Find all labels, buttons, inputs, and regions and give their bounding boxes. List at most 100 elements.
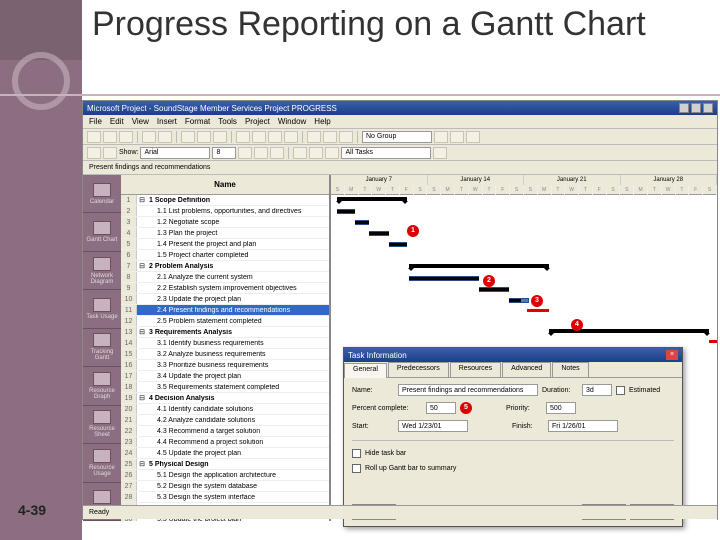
percent-complete-field[interactable]: 50 [426,402,456,414]
window-titlebar[interactable]: Microsoft Project - SoundStage Member Se… [83,101,717,115]
link-button[interactable] [252,131,266,143]
view-resource-sheet[interactable]: Resource Sheet [83,406,121,444]
group-select[interactable]: No Group [362,131,432,143]
table-row[interactable]: 275.2 Design the system database [121,481,329,492]
menu-view[interactable]: View [132,117,149,126]
menu-insert[interactable]: Insert [157,117,177,126]
table-row[interactable]: 244.5 Update the project plan [121,448,329,459]
outline-toggle[interactable]: ⊟ [137,328,147,336]
save-button[interactable] [119,131,133,143]
table-row[interactable]: 183.5 Requirements statement completed [121,382,329,393]
split-button[interactable] [284,131,298,143]
outdent-button[interactable] [87,147,101,159]
indent-button[interactable] [103,147,117,159]
hide-taskbar-checkbox[interactable] [352,449,361,458]
table-row[interactable]: 163.3 Prioritize business requirements [121,360,329,371]
notes-button[interactable] [323,131,337,143]
estimated-checkbox[interactable] [616,386,625,395]
table-row[interactable]: 13⊟3 Requirements Analysis [121,327,329,338]
bold-button[interactable] [238,147,252,159]
view-gantt-chart[interactable]: Gantt Chart [83,213,121,251]
zoom-in-button[interactable] [434,131,448,143]
menu-edit[interactable]: Edit [110,117,124,126]
start-date-field[interactable]: Wed 1/23/01 [398,420,468,432]
table-row[interactable]: 204.1 Identify candidate solutions [121,404,329,415]
priority-field[interactable]: 500 [546,402,576,414]
selected-task-bar[interactable] [527,309,549,312]
undo-button[interactable] [236,131,250,143]
menu-format[interactable]: Format [185,117,210,126]
view-resource-graph[interactable]: Resource Graph [83,367,121,405]
print-button[interactable] [142,131,156,143]
font-select[interactable]: Arial [140,147,210,159]
tab-general[interactable]: General [344,363,387,378]
table-row[interactable]: 143.1 Identify business requirements [121,338,329,349]
close-button[interactable] [703,103,713,113]
dialog-titlebar[interactable]: Task Information × [344,348,682,362]
align-center-button[interactable] [309,147,323,159]
tab-predecessors[interactable]: Predecessors [388,362,449,377]
view-tracking-gantt[interactable]: Tracking Gantt [83,329,121,367]
table-row[interactable]: 112.4 Present findings and recommendatio… [121,305,329,316]
table-row[interactable]: 51.4 Present the project and plan [121,239,329,250]
table-row[interactable]: 234.4 Recommend a project solution [121,437,329,448]
paste-button[interactable] [213,131,227,143]
menu-tools[interactable]: Tools [218,117,237,126]
table-row[interactable]: 82.1 Analyze the current system [121,272,329,283]
dialog-close-button[interactable]: × [666,350,678,360]
rollup-checkbox[interactable] [352,464,361,473]
table-row[interactable]: 21.1 List problems, opportunities, and d… [121,206,329,217]
column-header-name[interactable]: Name [121,175,329,195]
view-task-usage[interactable]: Task Usage [83,290,121,328]
table-row[interactable]: 25⊟5 Physical Design [121,459,329,470]
table-row[interactable]: 173.4 Update the project plan [121,371,329,382]
table-row[interactable]: 19⊟4 Decision Analysis [121,393,329,404]
menu-window[interactable]: Window [278,117,306,126]
finish-date-field[interactable]: Fri 1/26/01 [548,420,618,432]
autofilter-button[interactable] [433,147,447,159]
menu-project[interactable]: Project [245,117,270,126]
font-size-select[interactable]: 8 [212,147,236,159]
filter-select[interactable]: All Tasks [341,147,431,159]
menu-file[interactable]: File [89,117,102,126]
critical-bar[interactable] [709,340,717,343]
align-right-button[interactable] [325,147,339,159]
view-calendar[interactable]: Calendar [83,175,121,213]
duration-field[interactable]: 3d [582,384,612,396]
outline-toggle[interactable]: ⊟ [137,394,147,402]
table-row[interactable]: 153.2 Analyze business requirements [121,349,329,360]
maximize-button[interactable] [691,103,701,113]
align-left-button[interactable] [293,147,307,159]
copy-button[interactable] [197,131,211,143]
summary-bar[interactable] [409,264,549,268]
tab-advanced[interactable]: Advanced [502,362,551,377]
menu-help[interactable]: Help [314,117,330,126]
outline-toggle[interactable]: ⊟ [137,262,147,270]
summary-bar[interactable] [337,197,407,201]
open-button[interactable] [103,131,117,143]
minimize-button[interactable] [679,103,689,113]
tab-notes[interactable]: Notes [552,362,588,377]
info-button[interactable] [307,131,321,143]
table-row[interactable]: 61.5 Project charter completed [121,250,329,261]
entry-bar[interactable]: Present findings and recommendations [83,161,717,175]
tab-resources[interactable]: Resources [450,362,501,377]
table-row[interactable]: 31.2 Negotiate scope [121,217,329,228]
cut-button[interactable] [181,131,195,143]
table-row[interactable]: 265.1 Design the application architectur… [121,470,329,481]
new-button[interactable] [87,131,101,143]
unlink-button[interactable] [268,131,282,143]
name-field[interactable]: Present findings and recommendations [398,384,538,396]
underline-button[interactable] [270,147,284,159]
table-row[interactable]: 102.3 Update the project plan [121,294,329,305]
preview-button[interactable] [158,131,172,143]
table-row[interactable]: 122.5 Problem statement completed [121,316,329,327]
table-row[interactable]: 214.2 Analyze candidate solutions [121,415,329,426]
table-row[interactable]: 7⊟2 Problem Analysis [121,261,329,272]
outline-toggle[interactable]: ⊟ [137,460,147,468]
table-row[interactable]: 41.3 Plan the project [121,228,329,239]
table-row[interactable]: 92.2 Establish system improvement object… [121,283,329,294]
zoom-out-button[interactable] [450,131,464,143]
table-row[interactable]: 285.3 Design the system interface [121,492,329,503]
goto-button[interactable] [466,131,480,143]
